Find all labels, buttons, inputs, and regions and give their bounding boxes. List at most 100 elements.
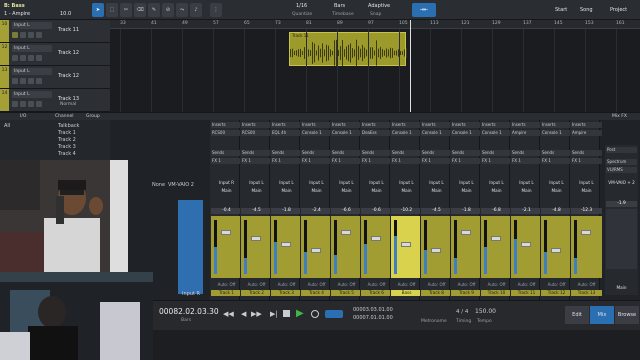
channel-output[interactable]: Main bbox=[571, 188, 602, 194]
channel-volume[interactable]: -1.8 bbox=[271, 208, 302, 214]
insert-slot[interactable]: Console 1 bbox=[421, 130, 452, 136]
insert-slot[interactable]: Console 1 bbox=[541, 130, 572, 136]
inserts-header[interactable]: Inserts bbox=[301, 122, 332, 128]
mix-view-button[interactable]: Mix bbox=[590, 306, 614, 324]
channel-strip[interactable]: Inserts Console 1 Sends FX 1 Input L Mai… bbox=[420, 120, 452, 300]
inserts-header[interactable]: Inserts bbox=[211, 122, 242, 128]
bend-tool-button[interactable]: ⤳ bbox=[176, 3, 188, 17]
sends-header[interactable]: Sends bbox=[271, 150, 302, 156]
automation-mode[interactable]: Auto: Off bbox=[211, 282, 242, 287]
sends-header[interactable]: Sends bbox=[511, 150, 542, 156]
channel-input[interactable]: Input L bbox=[511, 180, 542, 186]
channel-strip[interactable]: Inserts EQL 4h Sends FX 1 Input L Main -… bbox=[270, 120, 302, 300]
record-button[interactable] bbox=[28, 32, 34, 38]
insert-slot[interactable]: Console 1 bbox=[391, 130, 422, 136]
sends-header[interactable]: Sends bbox=[361, 150, 392, 156]
track-name[interactable]: Track 12 bbox=[58, 73, 79, 79]
fader-cap[interactable] bbox=[341, 230, 351, 235]
project-button[interactable]: Project bbox=[610, 7, 627, 13]
rewind-button[interactable]: ◀◀ bbox=[223, 310, 234, 318]
tempo-value[interactable]: 150.00 bbox=[475, 308, 496, 315]
channel-output[interactable]: Main bbox=[481, 188, 512, 194]
zoom-value[interactable]: 10.0 bbox=[60, 11, 71, 17]
sends-header[interactable]: Sends bbox=[421, 150, 452, 156]
split-tool-button[interactable]: ✂ bbox=[120, 3, 132, 17]
insert-slot[interactable]: Console 1 bbox=[301, 130, 332, 136]
sends-header[interactable]: Sends bbox=[391, 150, 422, 156]
send-slot[interactable]: FX 1 bbox=[331, 158, 362, 164]
channel-strip[interactable]: Inserts DeaEss Sends FX 1 Input L Main -… bbox=[360, 120, 392, 300]
track-input-field[interactable]: Input L bbox=[12, 68, 52, 75]
fader-cap[interactable] bbox=[251, 236, 261, 241]
arrange-view[interactable]: 33 41 49 57 65 73 81 89 97 105 113 121 129 137 145 153 1… bbox=[110, 20, 640, 112]
channel-output[interactable]: Main bbox=[391, 188, 422, 194]
back-button[interactable]: ◀ bbox=[241, 310, 246, 318]
channel-strip[interactable]: Inserts Console 1 Sends FX 1 Input L Mai… bbox=[390, 120, 422, 300]
channel-volume[interactable]: -0.6 bbox=[361, 208, 392, 214]
track-row[interactable]: 12 Input L Track 12 bbox=[0, 43, 110, 66]
spectrum-slot[interactable]: Spectrum bbox=[606, 159, 637, 165]
channel-volume[interactable]: -2.1 bbox=[511, 208, 542, 214]
send-slot[interactable]: FX 1 bbox=[541, 158, 572, 164]
track-input-field[interactable]: Input L bbox=[12, 22, 52, 29]
all-filter[interactable]: All bbox=[4, 123, 10, 129]
channel-name[interactable]: Bass bbox=[391, 290, 422, 296]
channel-name[interactable]: Track 13 bbox=[571, 290, 602, 296]
time-signature[interactable]: 4 / 4 bbox=[456, 309, 468, 315]
channel-volume[interactable]: -6.8 bbox=[481, 208, 512, 214]
loop-end[interactable]: 00007.01.01.00 bbox=[353, 315, 393, 321]
track-list-mode[interactable]: Normal bbox=[60, 102, 76, 107]
channel-volume[interactable]: -0.4 bbox=[211, 208, 242, 214]
snap-toggle-button[interactable]: ⋮ bbox=[210, 3, 222, 17]
channel-volume[interactable]: -10.2 bbox=[391, 208, 422, 214]
vu-slot[interactable]: VU/RMS bbox=[606, 167, 637, 173]
channel-input[interactable]: Input L bbox=[301, 180, 332, 186]
channel-name[interactable]: Track 2 bbox=[241, 290, 272, 296]
fader-cap[interactable] bbox=[431, 248, 441, 253]
track-row[interactable]: 14 Input L Track 13 bbox=[0, 89, 110, 112]
channel-input[interactable]: Input L bbox=[541, 180, 572, 186]
master-io[interactable]: VM-VAIO + 2 bbox=[606, 180, 637, 186]
fader-cap[interactable] bbox=[221, 230, 231, 235]
record-button[interactable] bbox=[28, 55, 34, 61]
automation-mode[interactable]: Auto: Off bbox=[511, 282, 542, 287]
loop-start[interactable]: 00003.03.01.00 bbox=[353, 307, 393, 313]
channel-input[interactable]: Input L bbox=[331, 180, 362, 186]
fader-cap[interactable] bbox=[491, 236, 501, 241]
insert-slot[interactable]: RCS00 bbox=[241, 130, 272, 136]
send-slot[interactable]: FX 1 bbox=[571, 158, 602, 164]
start-button[interactable]: Start bbox=[555, 7, 567, 13]
channel-strip[interactable]: Inserts Ampire Sends FX 1 Input L Main -… bbox=[570, 120, 602, 300]
automation-mode[interactable]: Auto: Off bbox=[361, 282, 392, 287]
automation-mode[interactable]: Auto: Off bbox=[481, 282, 512, 287]
track-row[interactable]: 13 Input L Track 12 bbox=[0, 66, 110, 89]
channel-item[interactable]: Track 4 bbox=[58, 151, 76, 157]
listen-tool-button[interactable]: ♪ bbox=[190, 3, 202, 17]
channel-output[interactable]: Main bbox=[541, 188, 572, 194]
channel-name[interactable]: Track 9 bbox=[451, 290, 482, 296]
send-slot[interactable]: FX 1 bbox=[301, 158, 332, 164]
channel-input[interactable]: Input L bbox=[421, 180, 452, 186]
channel-output[interactable]: Main bbox=[301, 188, 332, 194]
mute-tool-button[interactable]: ⊘ bbox=[162, 3, 174, 17]
timebase-value[interactable]: Bars bbox=[334, 3, 345, 9]
end-button[interactable]: ▶| bbox=[270, 310, 278, 318]
arrow-tool-button[interactable]: ➤ bbox=[92, 3, 104, 17]
channel-output[interactable]: Main bbox=[331, 188, 362, 194]
solo-button[interactable] bbox=[20, 32, 26, 38]
fader-cap[interactable] bbox=[371, 236, 381, 241]
channel-strip[interactable]: Inserts RCS00 Sends FX 1 Input L Main -4… bbox=[240, 120, 272, 300]
fader-cap[interactable] bbox=[311, 248, 321, 253]
channel-output[interactable]: Main bbox=[511, 188, 542, 194]
automation-mode[interactable]: Auto: Off bbox=[271, 282, 302, 287]
insert-slot[interactable]: Ampire bbox=[511, 130, 542, 136]
inserts-header[interactable]: Inserts bbox=[271, 122, 302, 128]
sends-header[interactable]: Sends bbox=[331, 150, 362, 156]
solo-button[interactable] bbox=[20, 78, 26, 84]
sends-header[interactable]: Sends bbox=[241, 150, 272, 156]
sends-header[interactable]: Sends bbox=[571, 150, 602, 156]
inserts-header[interactable]: Inserts bbox=[451, 122, 482, 128]
channel-name[interactable]: Track 3 bbox=[271, 290, 302, 296]
channel-output[interactable]: Main bbox=[421, 188, 452, 194]
insert-slot[interactable]: Console 1 bbox=[481, 130, 512, 136]
